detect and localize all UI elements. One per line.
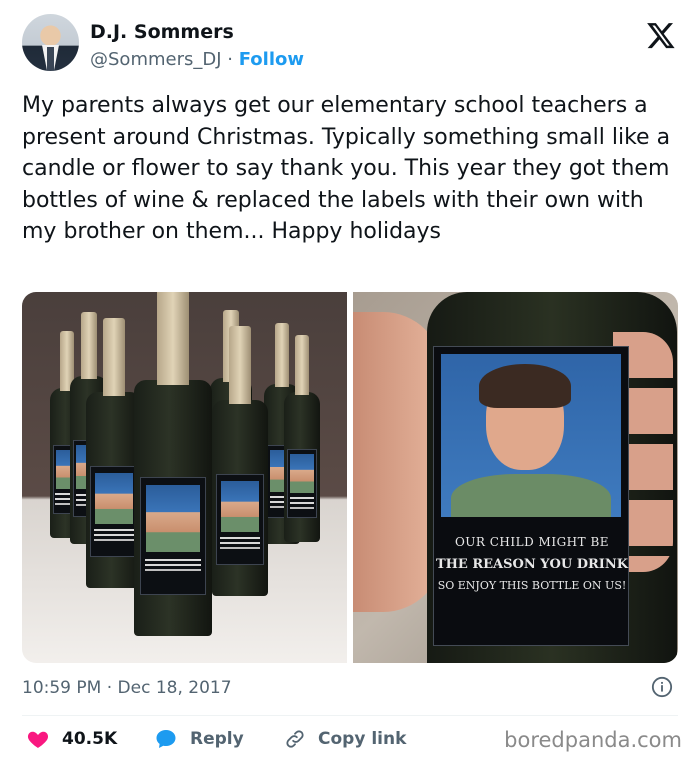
label-line-3: SO ENJOY THIS BOTTLE ON US! xyxy=(437,579,627,592)
heart-icon xyxy=(27,731,49,748)
follow-link[interactable]: Follow xyxy=(239,49,304,70)
x-logo-icon[interactable] xyxy=(646,20,676,50)
divider xyxy=(22,715,678,716)
avatar[interactable] xyxy=(22,14,79,71)
tweet-header: D.J. Sommers @Sommers_DJ · Follow xyxy=(22,14,682,80)
tweet-text: My parents always get our elementary sch… xyxy=(22,93,671,244)
reply-bubble-icon xyxy=(156,730,176,748)
info-icon[interactable] xyxy=(651,676,673,698)
link-icon xyxy=(286,730,304,748)
wine-label: OUR CHILD MIGHT BE THE REASON YOU DRINK … xyxy=(433,346,629,646)
photo-bottle-closeup[interactable]: OUR CHILD MIGHT BE THE REASON YOU DRINK … xyxy=(353,292,678,663)
like-count: 40.5K xyxy=(62,729,118,749)
author-name[interactable]: D.J. Sommers xyxy=(90,21,234,43)
photo-bottles-group[interactable] xyxy=(22,292,347,663)
copy-link-button[interactable]: Copy link xyxy=(284,724,406,754)
media-grid: OUR CHILD MIGHT BE THE REASON YOU DRINK … xyxy=(22,292,678,663)
reply-label: Reply xyxy=(190,729,244,749)
avatar-tie xyxy=(47,47,54,71)
bottle-image xyxy=(284,335,320,542)
tweet-timestamp[interactable]: 10:59 PM · Dec 18, 2017 xyxy=(22,678,232,698)
like-button[interactable]: 40.5K xyxy=(26,724,117,754)
author-handle-line: @Sommers_DJ · Follow xyxy=(90,49,304,70)
label-line-2: THE REASON YOU DRINK xyxy=(435,557,629,572)
author-handle[interactable]: @Sommers_DJ xyxy=(90,49,222,70)
copy-link-label: Copy link xyxy=(318,729,407,749)
label-line-1: OUR CHILD MIGHT BE xyxy=(454,535,610,549)
label-portrait xyxy=(441,354,621,517)
watermark-text: boredpanda.com xyxy=(504,728,682,752)
handle-separator: · xyxy=(227,49,233,70)
reply-button[interactable]: Reply xyxy=(154,724,244,754)
bottle-image xyxy=(134,292,212,636)
bottle-image xyxy=(212,325,268,596)
